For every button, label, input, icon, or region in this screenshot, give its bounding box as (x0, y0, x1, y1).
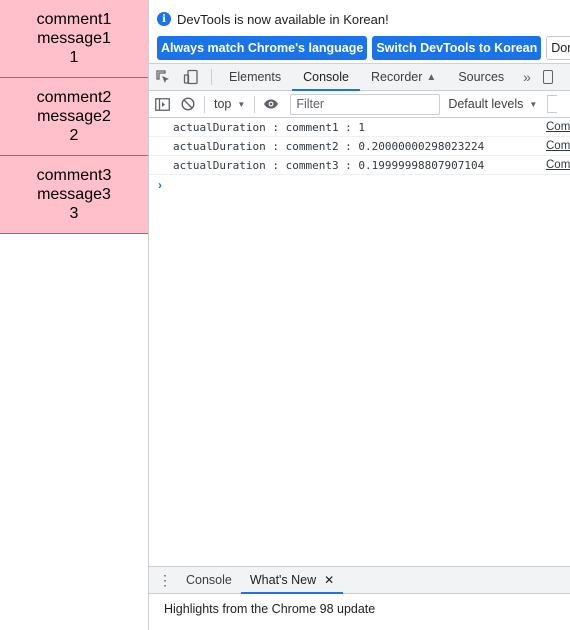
live-expression-eye-icon[interactable] (258, 91, 284, 118)
comment-count: 2 (69, 127, 79, 144)
info-icon: i (157, 12, 171, 26)
more-tabs-icon[interactable]: » (515, 64, 539, 90)
tab-recorder[interactable]: Recorder ▲ (360, 64, 447, 90)
prompt-chevron-icon: › (158, 177, 162, 192)
drawer-tab-whats-new[interactable]: What's New ✕ (240, 567, 344, 594)
settings-partial-icon[interactable] (542, 70, 553, 84)
page-viewport: comment1 message1 1 comment2 message2 2 … (0, 0, 149, 630)
always-match-language-button[interactable]: Always match Chrome's language (157, 36, 368, 60)
comment-name: comment3 (36, 167, 112, 184)
comment-item: comment3 message3 3 (0, 156, 148, 234)
switch-to-korean-button[interactable]: Switch DevTools to Korean (372, 36, 542, 60)
console-toolbar: top ▼ Default levels ▼ (149, 91, 570, 118)
console-message-source-link[interactable]: Comm (546, 140, 570, 152)
console-message: actualDuration : comment1 : 1 Comm (149, 118, 570, 137)
console-prompt[interactable]: › (149, 175, 570, 194)
tab-elements[interactable]: Elements (218, 64, 292, 90)
flask-icon: ▲ (426, 71, 437, 83)
comment-message: message2 (37, 108, 111, 125)
tab-console[interactable]: Console (292, 64, 360, 91)
drawer-tab-console[interactable]: Console (177, 567, 241, 593)
clear-console-icon[interactable] (175, 91, 201, 118)
drawer-tabbar: ⋮ Console What's New ✕ (149, 567, 570, 594)
close-icon[interactable]: ✕ (324, 573, 334, 587)
console-message-text: actualDuration : comment3 : 0.1999999880… (173, 158, 485, 172)
log-levels-label: Default levels (448, 97, 524, 111)
inspect-element-icon[interactable] (149, 64, 177, 90)
drawer-menu-icon[interactable]: ⋮ (153, 567, 177, 593)
context-label: top (214, 97, 232, 111)
console-message-text: actualDuration : comment1 : 1 (173, 120, 366, 134)
whats-new-highlights: Highlights from the Chrome 98 update (164, 602, 376, 616)
dont-show-again-button[interactable]: Don't sh (546, 36, 570, 60)
console-message-source-link[interactable]: Comm (546, 121, 570, 133)
log-levels-dropdown[interactable]: Default levels ▼ (440, 97, 545, 111)
comment-name: comment2 (36, 89, 112, 106)
comment-message: message3 (37, 186, 111, 203)
comment-name: comment1 (36, 11, 112, 28)
console-filter-input[interactable] (290, 93, 441, 115)
console-message-source-link[interactable]: Comm (546, 159, 570, 171)
bottom-drawer: ⋮ Console What's New ✕ Highlights from t… (149, 566, 570, 630)
console-message: actualDuration : comment3 : 0.1999999880… (149, 156, 570, 175)
comment-message: message1 (37, 30, 111, 47)
devtools-tabbar: Elements Console Recorder ▲ Sources » (149, 64, 570, 91)
comment-item: comment2 message2 2 (0, 78, 148, 156)
chevron-down-icon: ▼ (529, 99, 538, 109)
context-selector[interactable]: top ▼ (208, 97, 251, 111)
device-toolbar-icon[interactable] (177, 64, 205, 90)
console-message-text: actualDuration : comment2 : 0.2000000029… (173, 139, 485, 153)
language-infobar: i DevTools is now available in Korean! A… (149, 0, 570, 64)
drawer-tab-whats-new-label: What's New (249, 573, 317, 587)
console-message: actualDuration : comment2 : 0.2000000029… (149, 137, 570, 156)
comment-count: 1 (69, 49, 79, 66)
issues-partial-icon[interactable] (547, 95, 558, 113)
infobar-text: DevTools is now available in Korean! (177, 11, 389, 27)
tab-recorder-label: Recorder (370, 70, 423, 84)
devtools-panel: i DevTools is now available in Korean! A… (149, 0, 570, 630)
comment-item: comment1 message1 1 (0, 0, 148, 78)
sidebar-toggle-icon[interactable] (149, 91, 175, 118)
chevron-down-icon: ▼ (237, 99, 246, 109)
comment-count: 3 (69, 205, 79, 222)
tab-sources[interactable]: Sources (447, 64, 515, 90)
console-output: actualDuration : comment1 : 1 Comm actua… (149, 118, 570, 565)
